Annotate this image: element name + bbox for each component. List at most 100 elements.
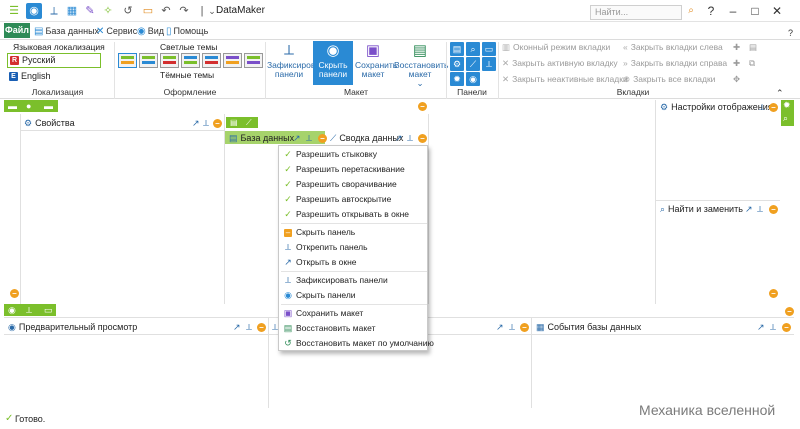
external-icon[interactable]: ⧉ xyxy=(749,58,755,69)
tab-help[interactable]: ▯ Помощь xyxy=(166,24,208,38)
hide-panels-button[interactable]: ◉ Скрыть панели xyxy=(313,41,353,85)
close-dot-icon[interactable]: – xyxy=(213,119,222,128)
file-tab[interactable]: Файл xyxy=(4,23,30,38)
chart-icon[interactable]: ⟋ xyxy=(246,117,252,128)
properties-panel-icon[interactable]: ⚙ xyxy=(450,57,464,71)
collapse-dot-icon[interactable]: – xyxy=(418,102,427,111)
close-dot-icon[interactable]: – xyxy=(769,205,778,214)
add-icon[interactable]: ✚ xyxy=(733,42,740,53)
pin-icon[interactable]: ⟂ xyxy=(203,117,209,129)
theme-swatch[interactable] xyxy=(223,53,242,68)
pin-icon[interactable]: ⟂ xyxy=(246,321,252,333)
menu-item-unpin-panel[interactable]: ⟂ Открепить панель xyxy=(279,240,427,255)
search-panel-icon[interactable]: ⌕ xyxy=(466,42,480,56)
folder-icon[interactable]: ▬ xyxy=(8,100,17,112)
window-panel-icon[interactable]: ▭ xyxy=(482,42,496,56)
menu-item-allow-float[interactable]: ✓ Разрешить открывать в окне xyxy=(279,207,427,222)
open-folder-icon[interactable]: ▭ xyxy=(140,3,156,19)
theme-swatch[interactable] xyxy=(181,53,200,68)
database-panel-icon[interactable]: ▤ xyxy=(450,42,464,56)
brush-icon[interactable]: ✎ xyxy=(82,3,98,19)
theme-swatch[interactable] xyxy=(202,53,221,68)
search-input[interactable]: Найти... xyxy=(590,5,682,20)
database-icon[interactable]: ▤ xyxy=(230,117,238,128)
pin-panel-icon[interactable]: ⟂ xyxy=(482,57,496,71)
app-menu-icon[interactable]: ☰ xyxy=(6,3,22,19)
close-dot-icon[interactable]: – xyxy=(318,134,327,143)
pin-icon[interactable]: ⟂ xyxy=(26,304,32,316)
language-english[interactable]: E English xyxy=(7,70,101,85)
save-layout-button[interactable]: ▣ Сохранить макет xyxy=(355,41,397,85)
menu-item-restore-default[interactable]: ↺ Восстановить макет по умолчанию xyxy=(279,336,434,351)
lock-panels-button[interactable]: ⟂ Зафиксировать панели xyxy=(267,41,328,85)
menu-item-hide-panel[interactable]: – Скрыть панель xyxy=(279,225,427,240)
float-arrow-icon[interactable]: ↗ xyxy=(745,203,753,215)
menu-item-restore-layout[interactable]: ▤ Восстановить макет xyxy=(279,321,427,336)
pin-icon[interactable]: ⟂ xyxy=(759,101,765,113)
redo-icon[interactable]: ↷ xyxy=(176,3,192,19)
pin-icon[interactable]: ⟂ xyxy=(306,132,312,144)
close-all-tabs-button[interactable]: ⊗ Закрыть все вкладки xyxy=(623,74,715,85)
tab-service[interactable]: ✕ Сервис xyxy=(96,24,137,38)
menu-item-open-window[interactable]: ↗ Открыть в окне xyxy=(279,255,427,270)
history-icon[interactable]: ↺ xyxy=(120,3,136,19)
tab-view[interactable]: ◉ Вид xyxy=(137,24,164,38)
float-arrow-icon[interactable]: ↗ xyxy=(757,321,765,333)
restore-layout-button[interactable]: ▤ Восстановить макет ⌄ xyxy=(394,41,448,88)
move-icon[interactable]: ✥ xyxy=(733,74,740,85)
menu-item-lock-panels[interactable]: ⟂ Зафиксировать панели xyxy=(279,273,427,288)
language-russian[interactable]: R Русский xyxy=(7,53,101,68)
tab-database[interactable]: ▤ База данных xyxy=(34,24,99,38)
wand-icon[interactable]: ✧ xyxy=(100,3,116,19)
search-icon[interactable]: ⌕ xyxy=(783,113,788,124)
search-icon[interactable]: ⌕ xyxy=(680,3,702,19)
collapse-ribbon-icon[interactable]: ⌃ xyxy=(776,88,784,99)
float-arrow-icon[interactable]: ↗ xyxy=(293,132,301,144)
eye-icon[interactable]: ◉ xyxy=(8,304,16,316)
menu-item-allow-autohide[interactable]: ✓ Разрешить автоскрытие xyxy=(279,192,427,207)
add-icon[interactable]: ✚ xyxy=(733,58,740,69)
float-arrow-icon[interactable]: ↗ xyxy=(233,321,241,333)
theme-swatch[interactable] xyxy=(244,53,263,68)
close-dot-icon[interactable]: – xyxy=(520,323,529,332)
maximize-button[interactable]: □ xyxy=(744,3,766,19)
close-dot-icon[interactable]: – xyxy=(418,134,427,143)
pin-icon[interactable]: ⟂ xyxy=(509,321,515,333)
menu-item-hide-panels[interactable]: ◉ Скрыть панели xyxy=(279,288,427,303)
document-icon[interactable]: ▤ xyxy=(749,42,757,53)
menu-item-save-layout[interactable]: ▣ Сохранить макет xyxy=(279,306,427,321)
user-icon[interactable]: ● xyxy=(26,100,31,112)
settings-icon[interactable]: ✹ xyxy=(783,100,791,111)
close-dot-icon[interactable]: – xyxy=(257,323,266,332)
grid-icon[interactable]: ▦ xyxy=(64,3,80,19)
close-active-tab-button[interactable]: ✕ Закрыть активную вкладку xyxy=(502,58,618,69)
close-dot-icon[interactable]: – xyxy=(782,323,791,332)
collapse-dot-icon[interactable]: – xyxy=(10,289,19,298)
close-inactive-tabs-button[interactable]: ✕ Закрыть неактивные вкладки xyxy=(502,74,628,85)
chart-panel-icon[interactable]: ⟋ xyxy=(466,57,480,71)
tab-window-mode-button[interactable]: ▥ Оконный режим вкладки xyxy=(502,42,610,53)
minimize-button[interactable]: – xyxy=(722,3,744,19)
menu-item-allow-docking[interactable]: ✓ Разрешить стыковку xyxy=(279,147,427,162)
menu-item-allow-dragging[interactable]: ✓ Разрешить перетаскивание xyxy=(279,162,427,177)
pin-icon[interactable]: ⟂ xyxy=(770,321,776,333)
pin-icon[interactable]: ⟂ xyxy=(46,3,62,19)
menu-item-allow-collapse[interactable]: ✓ Разрешить сворачивание xyxy=(279,177,427,192)
undo-icon[interactable]: ↶ xyxy=(158,3,174,19)
help-button[interactable]: ? xyxy=(700,3,722,19)
close-button[interactable]: ✕ xyxy=(766,3,788,19)
close-tabs-left-button[interactable]: «Закрыть вкладки слева xyxy=(623,42,723,53)
float-arrow-icon[interactable]: ↗ xyxy=(192,117,200,129)
window-icon[interactable]: ▭ xyxy=(44,304,53,316)
help-button-secondary[interactable]: ? xyxy=(788,28,793,38)
close-tabs-right-button[interactable]: » Закрыть вкладки справа xyxy=(623,58,727,69)
eye-icon[interactable]: ◉ xyxy=(26,3,42,19)
settings-panel-icon[interactable]: ✹ xyxy=(450,72,464,86)
folder-icon[interactable]: ▬ xyxy=(44,100,53,112)
theme-swatch[interactable] xyxy=(118,53,137,68)
theme-swatch[interactable] xyxy=(160,53,179,68)
pin-icon[interactable]: ⟂ xyxy=(757,203,763,215)
theme-swatch[interactable] xyxy=(139,53,158,68)
collapse-dot-icon[interactable]: – xyxy=(785,307,794,316)
float-arrow-icon[interactable]: ↗ xyxy=(395,132,403,144)
